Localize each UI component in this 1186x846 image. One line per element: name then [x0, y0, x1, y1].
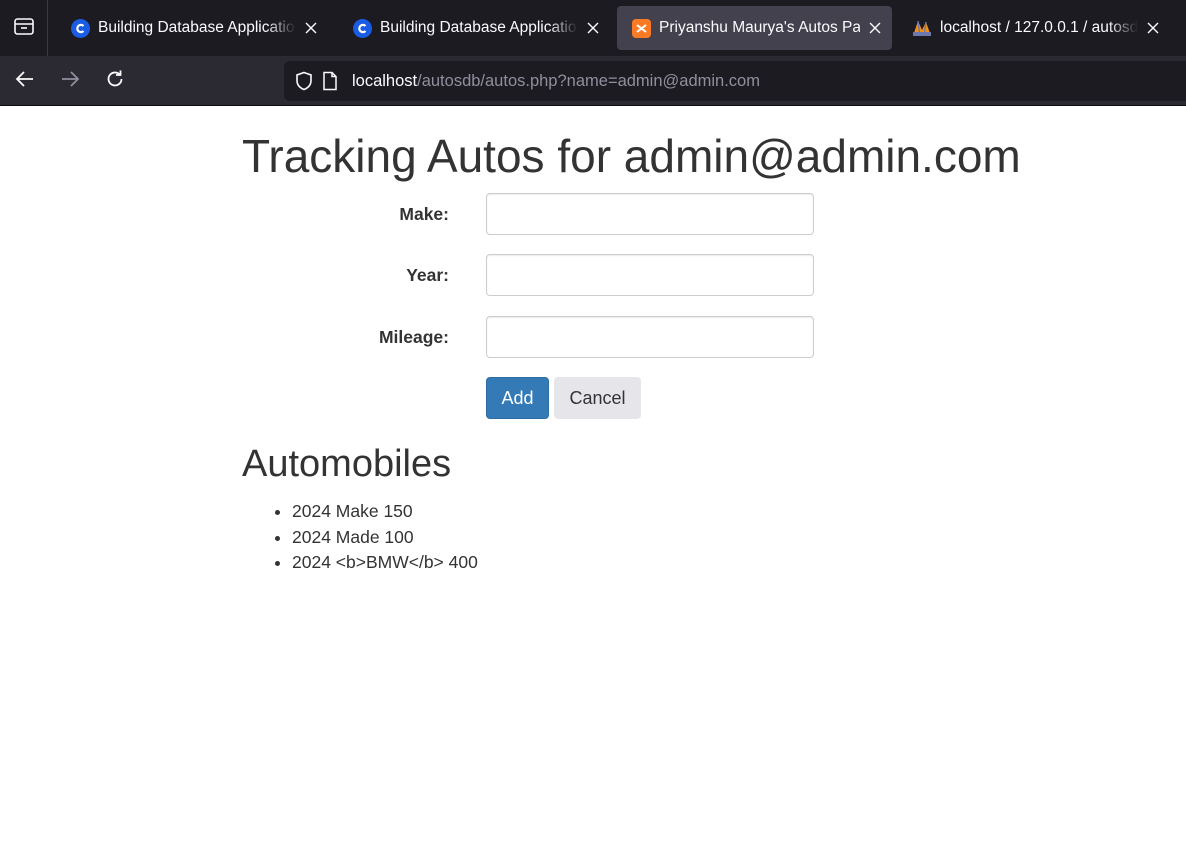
phpmyadmin-icon — [912, 18, 932, 38]
tab-title: Building Database Applications — [98, 19, 296, 36]
arrow-left-icon — [15, 70, 35, 93]
year-row: Year: — [0, 254, 1186, 296]
list-item: 2024 Made 100 — [292, 525, 478, 551]
close-tab-icon[interactable] — [864, 17, 886, 39]
year-input[interactable] — [486, 254, 814, 296]
page-title: Tracking Autos for admin@admin.com — [242, 130, 1021, 182]
tab-list-button[interactable] — [0, 0, 48, 56]
add-button[interactable]: Add — [486, 377, 549, 419]
address-bar[interactable]: localhost/autosdb/autos.php?name=admin@a… — [284, 61, 1186, 101]
automobiles-list: 2024 Make 150 2024 Made 100 2024 <b>BMW<… — [292, 499, 478, 576]
url-path: /autosdb/autos.php?name=admin@admin.com — [417, 71, 760, 90]
tab-autos-page[interactable]: Priyanshu Maurya's Autos Page — [617, 6, 892, 50]
list-item: 2024 Make 150 — [292, 499, 478, 525]
make-row: Make: — [0, 193, 1186, 235]
tab-bar: Building Database Applications Building … — [0, 0, 1186, 56]
close-tab-icon[interactable] — [582, 17, 604, 39]
close-tab-icon[interactable] — [300, 17, 322, 39]
reload-icon — [105, 69, 125, 94]
mileage-row: Mileage: — [0, 316, 1186, 358]
tab-building-database-1[interactable]: Building Database Applications — [56, 6, 328, 50]
navigation-toolbar: localhost/autosdb/autos.php?name=admin@a… — [0, 56, 1186, 106]
tab-title: Priyanshu Maurya's Autos Page — [659, 19, 860, 36]
url-text[interactable]: localhost/autosdb/autos.php?name=admin@a… — [352, 72, 760, 91]
tab-title: Building Database Applications — [380, 19, 578, 36]
make-label: Make: — [399, 203, 449, 224]
shield-icon[interactable] — [294, 71, 314, 91]
cancel-button[interactable]: Cancel — [554, 377, 641, 419]
coursera-c-icon — [352, 18, 372, 38]
close-tab-icon[interactable] — [1142, 17, 1164, 39]
make-input[interactable] — [486, 193, 814, 235]
page-icon[interactable] — [320, 71, 340, 91]
mileage-label: Mileage: — [378, 326, 449, 347]
xampp-icon — [631, 18, 651, 38]
url-host: localhost — [352, 71, 418, 90]
reload-button[interactable] — [99, 65, 131, 97]
automobiles-heading: Automobiles — [242, 443, 452, 485]
arrow-right-icon — [60, 70, 80, 93]
forward-button[interactable] — [54, 65, 86, 97]
back-button[interactable] — [9, 65, 41, 97]
year-label: Year: — [406, 264, 449, 285]
coursera-c-icon — [70, 18, 90, 38]
page-content: Tracking Autos for admin@admin.com Make:… — [0, 106, 1186, 846]
tab-list-icon — [13, 16, 35, 41]
list-item: 2024 <b>BMW</b> 400 — [292, 550, 478, 576]
tab-title: localhost / 127.0.0.1 / autosdb / — [940, 19, 1138, 36]
mileage-input[interactable] — [486, 316, 814, 358]
tab-building-database-2[interactable]: Building Database Applications — [338, 6, 610, 50]
tab-phpmyadmin[interactable]: localhost / 127.0.0.1 / autosdb / — [898, 6, 1170, 50]
